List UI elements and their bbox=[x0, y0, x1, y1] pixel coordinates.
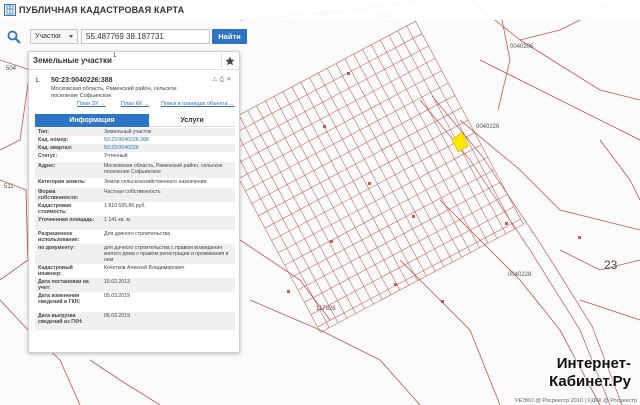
top-bar: ПУБЛИЧНАЯ КАДАСТРОВАЯ КАРТА bbox=[0, 0, 640, 20]
panel-title: Земельные участки bbox=[33, 56, 112, 65]
property-row: Форма собственности: Частная собственнос… bbox=[35, 188, 235, 202]
parcel-address: Московская область, Раменский район, сел… bbox=[51, 86, 177, 99]
map-copyright: ©ЕЭКО @ Росреестр 2010 | ©ДКК @ Росреест… bbox=[514, 398, 637, 404]
card-tabs: Информация Услуги bbox=[35, 114, 235, 127]
property-value: 15.02.2013 bbox=[104, 279, 130, 285]
map-label: 511 bbox=[4, 184, 14, 190]
property-value: Земли сельскохозяйственного назначения bbox=[104, 179, 207, 185]
property-key: Разрешенное использование: bbox=[38, 231, 80, 243]
tab-services[interactable]: Услуги bbox=[149, 114, 235, 127]
coordinate-search-input[interactable] bbox=[81, 29, 210, 44]
property-value: 1 141 кв. м bbox=[104, 217, 130, 223]
property-row: Уточненная площадь: 1 141 кв. м bbox=[35, 216, 235, 230]
watermark: Интернет- Кабинет.Ру bbox=[511, 355, 631, 395]
property-row: по документу: для дачного строительства … bbox=[35, 244, 235, 264]
close-icon[interactable]: ✕ bbox=[226, 77, 233, 83]
property-value: 1 810 595,85 руб. bbox=[104, 203, 146, 209]
find-button[interactable]: Найти bbox=[212, 29, 247, 44]
property-value-link[interactable]: 50:23:0040226 bbox=[104, 145, 232, 151]
property-key: по документу: bbox=[38, 245, 75, 251]
property-row: Категория земель: Земли сельскохозяйстве… bbox=[35, 178, 235, 188]
map-label: 117826 bbox=[316, 306, 336, 312]
property-key: Дата изменения сведений в ГКН: bbox=[38, 293, 81, 305]
plan-kk-link[interactable]: План КК → bbox=[121, 101, 149, 107]
property-key: Категория земель: bbox=[38, 179, 86, 185]
property-key: Статус: bbox=[38, 153, 58, 159]
property-value: для дачного строительства с правом возве… bbox=[104, 245, 229, 263]
result-count: 1 bbox=[113, 53, 117, 59]
property-row: Кадастровый инженер: Кочетков Алексей Вл… bbox=[35, 264, 235, 278]
map-label: 0040228 bbox=[508, 272, 532, 278]
property-row: Тип: Земельный участок bbox=[35, 128, 235, 136]
star-icon bbox=[225, 56, 235, 66]
search-category-select[interactable]: Участки bbox=[30, 29, 78, 44]
plan-zu-link[interactable]: План ЗУ → bbox=[77, 101, 106, 107]
result-index: 1. bbox=[35, 77, 41, 84]
chevron-down-icon bbox=[69, 35, 73, 38]
search-bar: Участки Найти bbox=[7, 28, 247, 45]
search-category-value: Участки bbox=[35, 33, 61, 40]
property-key: Кад. квартал: bbox=[38, 145, 73, 151]
search-in-bounds-link[interactable]: Поиск в границах объекта → bbox=[161, 101, 234, 107]
property-row: Кад. номер: 50:23:0040226:388 bbox=[35, 136, 235, 144]
property-row: Разрешенное использование: Для дачного с… bbox=[35, 230, 235, 244]
card-tools: ⚠⎙✕ bbox=[212, 76, 233, 84]
panel-header: Земельные участки 1 bbox=[29, 52, 239, 70]
property-value-link[interactable]: 50:23:0040226:388 bbox=[104, 137, 232, 143]
property-key: Дата выгрузки сведений из ГКН: bbox=[38, 313, 83, 325]
logo-icon bbox=[4, 4, 16, 16]
map-label: 0040226 bbox=[476, 124, 500, 130]
property-value: Учтенный bbox=[104, 153, 128, 159]
property-key: Тип: bbox=[38, 129, 50, 135]
property-value: 05.03.2019 bbox=[104, 293, 130, 299]
watermark-line: Кабинет.Ру bbox=[549, 373, 631, 390]
property-value: Земельный участок bbox=[104, 129, 152, 135]
tab-information[interactable]: Информация bbox=[35, 114, 149, 127]
property-row: Кадастровая стоимость: 1 810 595,85 руб. bbox=[35, 202, 235, 216]
map-label: 23 bbox=[604, 258, 618, 272]
property-value: Кочетков Алексей Владимирович bbox=[104, 265, 185, 271]
results-panel: Земельные участки 1 1. 50:23:0040226:388… bbox=[28, 51, 240, 353]
property-key: Кадастровая стоимость: bbox=[38, 203, 72, 215]
property-row: Дата изменения сведений в ГКН: 05.03.201… bbox=[35, 292, 235, 312]
property-key: Форма собственности: bbox=[38, 189, 79, 201]
property-value: 06.03.2019 bbox=[104, 313, 130, 319]
property-row: Дата постановки на учет: 15.02.2013 bbox=[35, 278, 235, 292]
app-title: ПУБЛИЧНАЯ КАДАСТРОВАЯ КАРТА bbox=[19, 5, 185, 15]
pin-panel-button[interactable] bbox=[221, 54, 237, 68]
property-key: Кад. номер: bbox=[38, 137, 69, 143]
property-value: Частная собственность bbox=[104, 189, 161, 195]
property-row: Кад. квартал: 50:23:0040226 bbox=[35, 144, 235, 152]
search-icon[interactable] bbox=[7, 30, 21, 44]
map-label: 0040206 bbox=[510, 44, 534, 50]
property-value: Для дачного строительства bbox=[104, 231, 171, 237]
parcel-cad-number[interactable]: 50:23:0040226:388 bbox=[51, 77, 113, 84]
property-row: Статус: Учтенный bbox=[35, 152, 235, 162]
property-row: Дата выгрузки сведений из ГКН: 06.03.201… bbox=[35, 312, 235, 330]
property-value: Московская область, Раменский район, сел… bbox=[104, 163, 223, 175]
watermark-line: Интернет- bbox=[556, 355, 631, 372]
property-key: Дата постановки на учет: bbox=[38, 279, 89, 291]
property-key: Уточненная площадь: bbox=[38, 217, 95, 223]
property-key: Кадастровый инженер: bbox=[38, 265, 73, 277]
parcel-result-card: 1. 50:23:0040226:388 ⚠⎙✕ Московская обла… bbox=[35, 74, 235, 350]
property-key: Адрес: bbox=[38, 163, 56, 169]
map-label: 504 bbox=[6, 66, 17, 72]
property-row: Адрес: Московская область, Раменский рай… bbox=[35, 162, 235, 178]
